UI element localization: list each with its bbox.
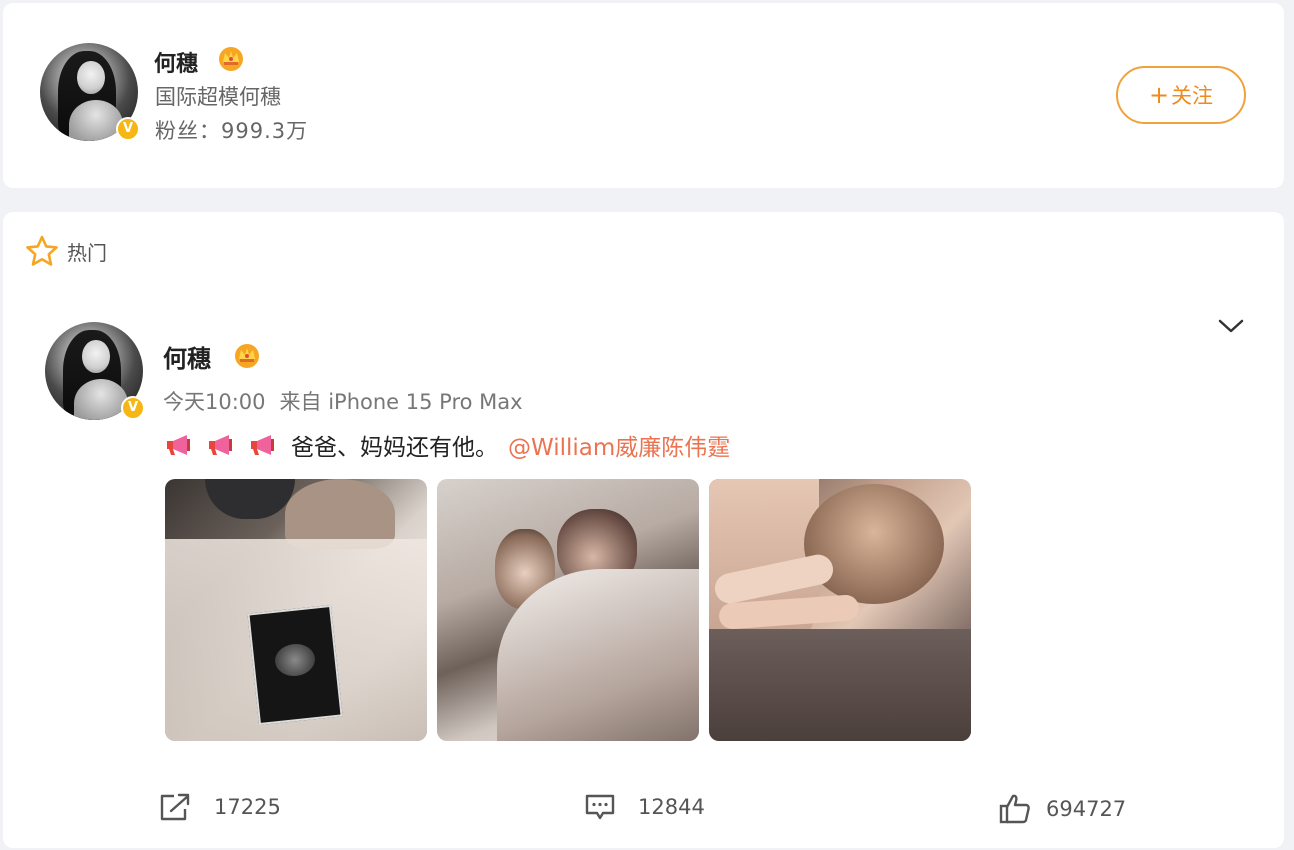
repost-button[interactable]: 17225 xyxy=(158,792,281,822)
crown-icon xyxy=(219,47,243,71)
comment-button[interactable]: 12844 xyxy=(584,792,705,822)
megaphone-icon xyxy=(209,435,232,455)
chevron-down-icon[interactable] xyxy=(1216,314,1246,338)
post-photo-1[interactable] xyxy=(165,479,427,741)
hot-label: 热门 xyxy=(67,240,107,265)
profile-name[interactable]: 何穗 xyxy=(154,46,198,78)
comment-icon xyxy=(585,794,615,820)
post-photo-2[interactable] xyxy=(437,479,699,741)
share-icon xyxy=(160,793,190,821)
post-source: 来自 iPhone 15 Pro Max xyxy=(279,390,523,414)
comment-count: 12844 xyxy=(638,795,705,819)
follow-button-label: 关注 xyxy=(1171,84,1214,108)
megaphone-icon xyxy=(167,435,190,455)
post-body: 爸爸、妈妈还有他。 xyxy=(291,435,498,461)
verified-v-icon: V xyxy=(121,396,145,420)
post-photo-3[interactable] xyxy=(709,479,971,741)
mention-link[interactable]: @William威廉陈伟霆 xyxy=(508,428,730,462)
profile-fans: 粉丝：999.3万 xyxy=(155,115,308,145)
plus-icon: + xyxy=(1148,81,1170,109)
like-button[interactable]: 694727 xyxy=(998,793,1126,825)
post-text: 爸爸、妈妈还有他。 @William威廉陈伟霆 xyxy=(165,428,730,462)
follow-button[interactable]: +关注 xyxy=(1116,66,1246,124)
thumbs-up-icon xyxy=(999,794,1030,824)
fans-count: 999.3万 xyxy=(221,119,309,143)
star-icon xyxy=(26,235,58,266)
verified-v-icon: V xyxy=(116,117,140,141)
megaphone-icon xyxy=(251,435,274,455)
post-time[interactable]: 今天10:00 xyxy=(163,390,266,414)
profile-avatar[interactable]: V xyxy=(40,43,140,141)
post-meta: 今天10:00 来自 iPhone 15 Pro Max xyxy=(163,386,523,416)
post-author-avatar[interactable]: V xyxy=(45,322,145,420)
post-author-name[interactable]: 何穗 xyxy=(163,339,211,374)
repost-count: 17225 xyxy=(214,795,281,819)
like-count: 694727 xyxy=(1046,797,1127,821)
profile-description: 国际超模何穗 xyxy=(155,85,281,109)
hot-section-header: 热门 xyxy=(25,235,107,267)
fans-label: 粉丝： xyxy=(155,119,221,143)
crown-icon xyxy=(235,344,259,368)
